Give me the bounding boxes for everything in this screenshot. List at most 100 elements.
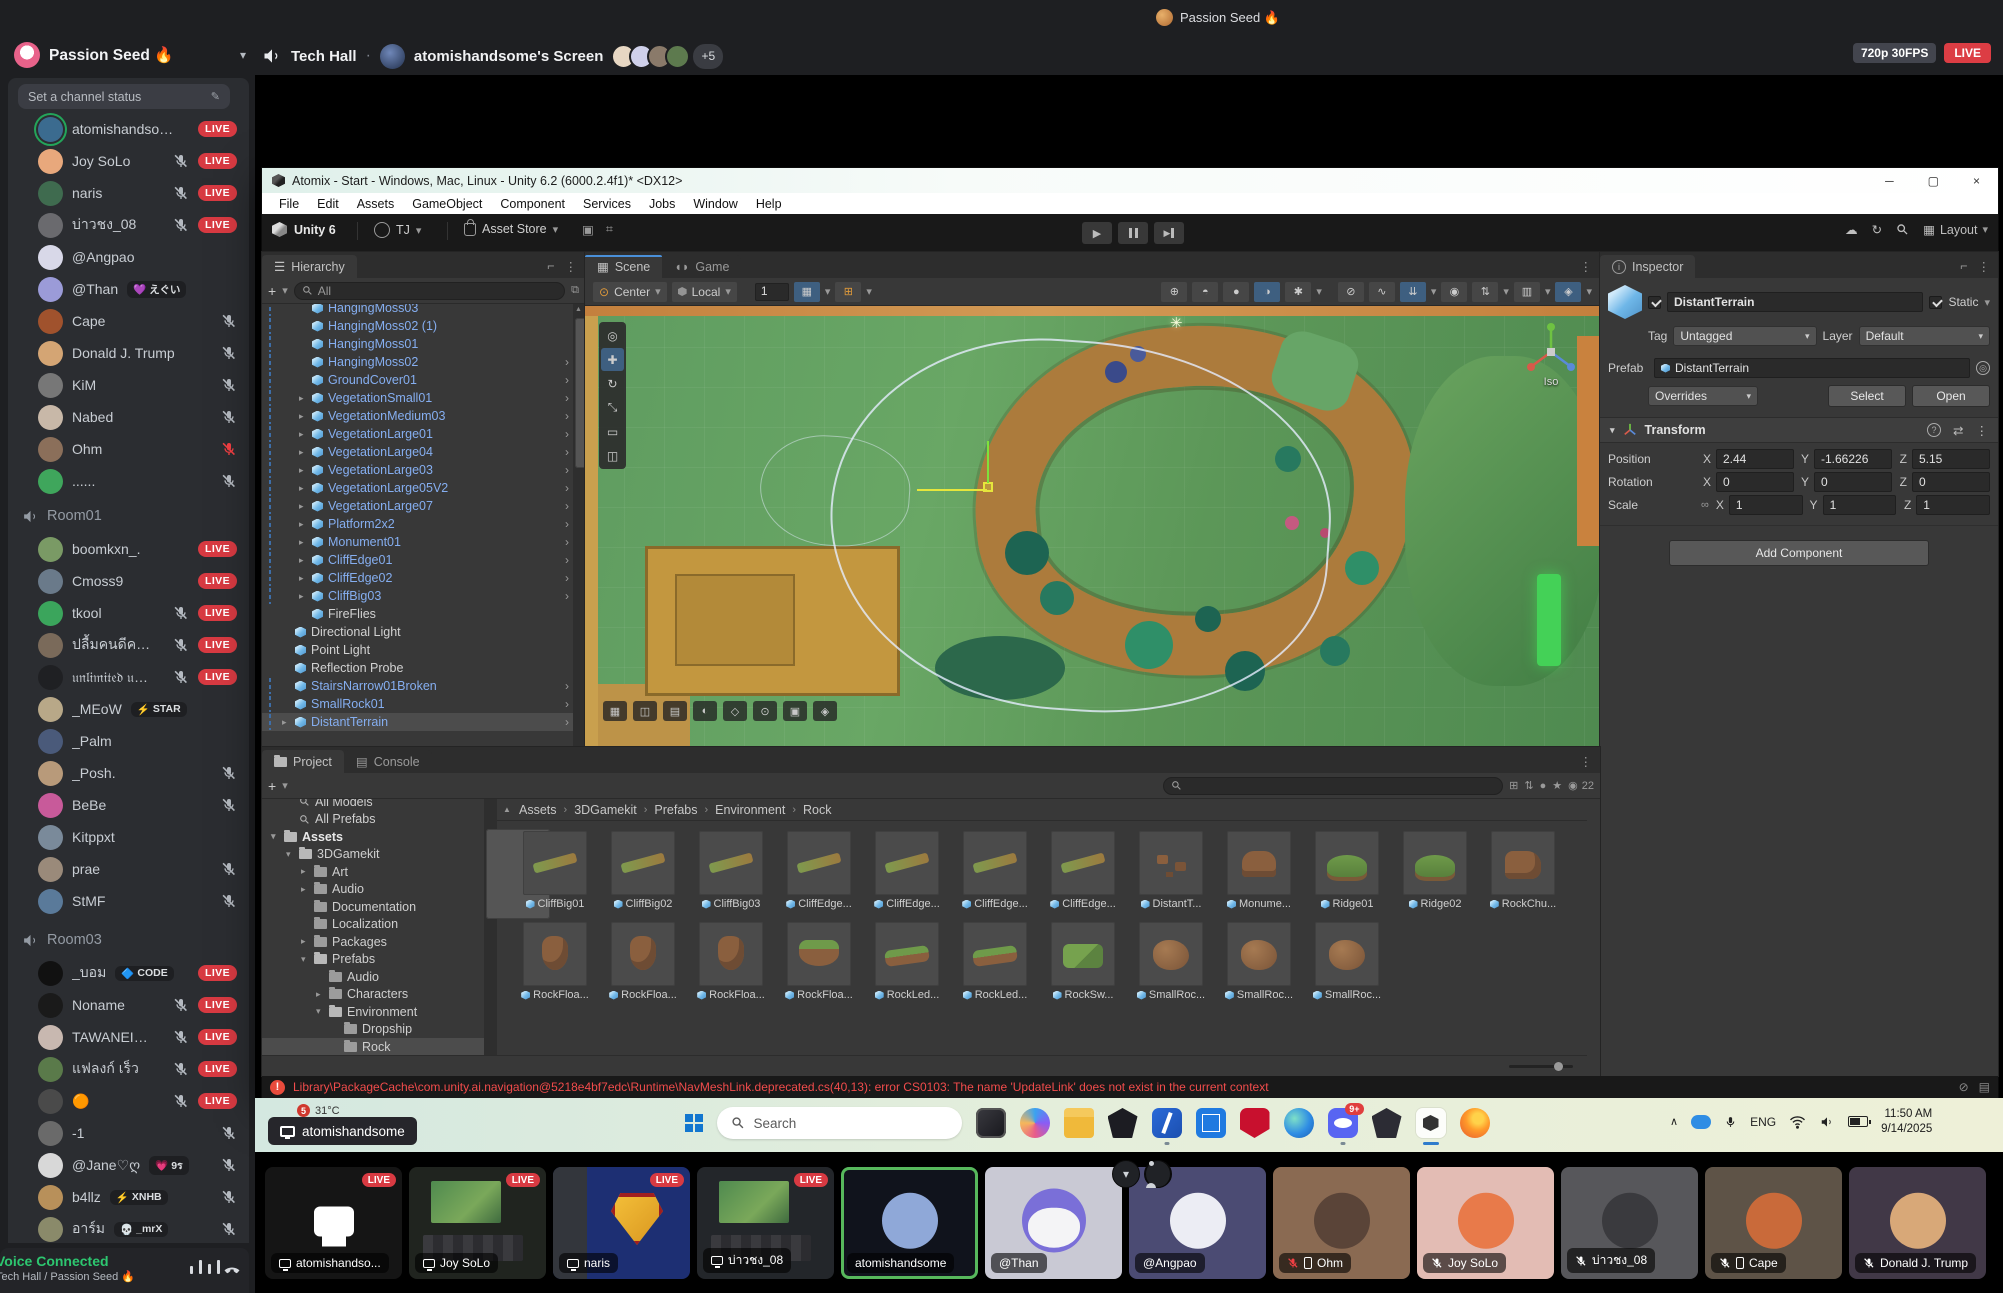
chevron-right-icon[interactable]: ›: [565, 499, 569, 513]
chevron-right-icon[interactable]: ›: [565, 589, 569, 603]
participant-tile[interactable]: LIVE Joy SoLo: [409, 1167, 546, 1279]
expander-icon[interactable]: [299, 447, 304, 458]
participants-button[interactable]: [1144, 1160, 1172, 1188]
copilot-icon[interactable]: [1020, 1108, 1050, 1138]
asset-item[interactable]: CliffBig01: [511, 831, 599, 910]
error-message[interactable]: Library\PackageCache\com.unity.ai.naviga…: [293, 1080, 1951, 1094]
language-indicator[interactable]: ENG: [1750, 1115, 1776, 1129]
mcafee-icon[interactable]: [1240, 1108, 1270, 1138]
asset-item[interactable]: SmallRoc...: [1303, 922, 1391, 1001]
y-value-field[interactable]: 0: [1814, 472, 1892, 492]
chevron-right-icon[interactable]: ›: [565, 409, 569, 423]
taskview-icon[interactable]: [976, 1108, 1006, 1138]
room01-header[interactable]: Room01: [8, 501, 249, 531]
participant-tile[interactable]: บ่าวชง_08: [1561, 1167, 1698, 1279]
play-button[interactable]: ▶: [1082, 222, 1112, 244]
asset-item[interactable]: RockSw...: [1039, 922, 1127, 1001]
breadcrumb-segment[interactable]: Prefabs›: [654, 803, 708, 817]
hierarchy-item[interactable]: VegetationMedium03 ›: [262, 407, 573, 425]
hierarchy-item[interactable]: GroundCover01 ›: [262, 371, 573, 389]
undo-history-icon[interactable]: ↻: [1872, 222, 1882, 237]
project-tree-item[interactable]: Dropship: [262, 1021, 484, 1039]
participant-tile[interactable]: Cape: [1705, 1167, 1842, 1279]
mute-notifications-icon[interactable]: ⊘: [1959, 1080, 1969, 1094]
voice-user-row[interactable]: Ohm: [8, 433, 249, 465]
collapse-tiles-button[interactable]: ▾: [1112, 1160, 1140, 1188]
add-object-button[interactable]: +: [268, 283, 276, 299]
hidden-objects-toggle[interactable]: ⊘: [1338, 282, 1364, 302]
expander-icon[interactable]: [299, 411, 304, 422]
chevron-right-icon[interactable]: ›: [565, 355, 569, 369]
taskbar-search[interactable]: Search: [717, 1107, 962, 1139]
overlay-icon[interactable]: ◇: [723, 701, 747, 721]
prefab-field[interactable]: DistantTerrain: [1654, 358, 1970, 378]
expander-icon[interactable]: [316, 989, 321, 1000]
expander-icon[interactable]: [301, 884, 306, 895]
obsidian-icon[interactable]: [1108, 1108, 1138, 1138]
version-control-icon[interactable]: ⌗: [606, 222, 613, 237]
project-tree-item[interactable]: All Models: [262, 799, 484, 811]
chevron-right-icon[interactable]: ›: [565, 463, 569, 477]
asset-item[interactable]: CliffEdge...: [775, 831, 863, 910]
hierarchy-item[interactable]: DistantTerrain ›: [262, 713, 573, 731]
zoom-icon[interactable]: ⊙: [753, 701, 777, 721]
add-object-caret[interactable]: ▾: [282, 284, 288, 297]
close-button[interactable]: ×: [1973, 174, 1980, 188]
asset-item[interactable]: CliffEdge...: [863, 831, 951, 910]
voice-user-row[interactable]: @Jane♡ღ 💗9ร: [8, 1149, 249, 1181]
hierarchy-item[interactable]: Monument01 ›: [262, 533, 573, 551]
wifi-icon[interactable]: [1789, 1115, 1806, 1129]
voice-user-row[interactable]: _Palm: [8, 725, 249, 757]
hierarchy-item[interactable]: SmallRock01 ›: [262, 695, 573, 713]
voice-user-row[interactable]: Nabed: [8, 401, 249, 433]
archive-icon[interactable]: ▣: [582, 222, 594, 237]
project-tree-item[interactable]: Rock: [262, 1038, 484, 1055]
z-value-field[interactable]: 1: [1916, 495, 1990, 515]
chevron-right-icon[interactable]: ›: [565, 517, 569, 531]
account-dropdown[interactable]: TJ▾: [374, 222, 421, 238]
pivot-dropdown[interactable]: ⊙Center▾: [593, 282, 667, 302]
scale-tool[interactable]: ⤡: [601, 396, 624, 419]
firefox-icon[interactable]: [1460, 1108, 1490, 1138]
component-menu-icon[interactable]: ⋮: [1976, 423, 1989, 438]
search-icon[interactable]: [1896, 223, 1909, 236]
expander-icon[interactable]: [316, 1006, 321, 1017]
chevron-right-icon[interactable]: ›: [565, 445, 569, 459]
tray-expand-icon[interactable]: ∧: [1670, 1115, 1678, 1128]
voice-user-row[interactable]: _MEoW ⚡STAR: [8, 693, 249, 725]
hierarchy-item[interactable]: VegetationLarge03 ›: [262, 461, 573, 479]
transform-tool[interactable]: ◫: [601, 444, 624, 467]
hierarchy-item[interactable]: HangingMoss01: [262, 335, 573, 353]
participant-tile[interactable]: @Than: [985, 1167, 1122, 1279]
voice-user-row[interactable]: แฟลงก์ เร็ว LIVE: [8, 1053, 249, 1085]
asset-item[interactable]: RockFloa...: [599, 922, 687, 1001]
voice-user-row[interactable]: prae: [8, 853, 249, 885]
project-tree-scrollbar[interactable]: [484, 799, 497, 1055]
voice-user-row[interactable]: บ่าวชง_08 LIVE: [8, 209, 249, 241]
grid-snap-toggle[interactable]: ▦: [794, 282, 820, 302]
add-component-button[interactable]: Add Component: [1669, 540, 1929, 566]
create-asset-caret[interactable]: ▾: [282, 779, 288, 792]
tab-game[interactable]: ◖◗Game: [662, 255, 741, 278]
panel-menu-icon[interactable]: ⋮: [565, 259, 578, 274]
asset-item[interactable]: RockLed...: [951, 922, 1039, 1001]
asset-item[interactable]: CliffEdge...: [1039, 831, 1127, 910]
unity-hub-icon[interactable]: [1372, 1108, 1402, 1138]
discord-icon[interactable]: 9+: [1328, 1108, 1358, 1138]
asset-item[interactable]: SmallRoc...: [1127, 922, 1215, 1001]
object-name-field[interactable]: DistantTerrain: [1667, 292, 1923, 312]
disconnect-call-icon[interactable]: [222, 1260, 242, 1280]
gizmos-toggle[interactable]: ◈: [1555, 282, 1581, 302]
hierarchy-item[interactable]: Platform2x2 ›: [262, 515, 573, 533]
thumbnail-size-slider[interactable]: [1509, 1065, 1573, 1068]
project-tree-item[interactable]: Localization: [262, 916, 484, 934]
asset-item[interactable]: CliffBig03: [687, 831, 775, 910]
chevron-right-icon[interactable]: ›: [565, 535, 569, 549]
chevron-right-icon[interactable]: ›: [565, 679, 569, 693]
participant-tile[interactable]: LIVE บ่าวชง_08: [697, 1167, 834, 1279]
presets-icon[interactable]: ⇄: [1953, 423, 1963, 438]
expander-icon[interactable]: [299, 555, 304, 566]
effects-toggle[interactable]: ◑: [1254, 282, 1280, 302]
move-tool[interactable]: ✚: [601, 348, 624, 371]
voice-user-row[interactable]: StMF: [8, 885, 249, 917]
